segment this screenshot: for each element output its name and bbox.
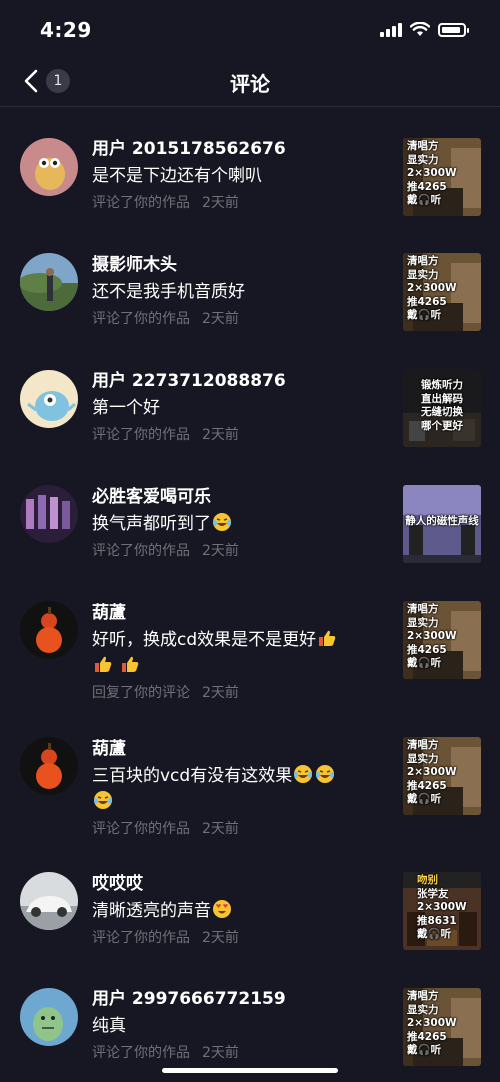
comment-text: 清晰透亮的声音 [92,898,390,924]
comment-meta: 评论了你的作品 2天前 [92,193,390,213]
comment-item[interactable]: 必胜客爱喝可乐 换气声都听到了 评论了你的作品 2天前 静人的磁性声线 [0,455,500,571]
comment-item[interactable]: 葫蘆 好听，换成cd效果是不是更好 回复了你的评论 2天前 清唱方 显实力 2×300… [0,571,500,707]
comment-meta: 评论了你的作品 2天前 [92,309,390,329]
laughing-emoji-icon [94,791,112,809]
avatar[interactable] [20,370,78,428]
laughing-emoji-icon [316,765,335,783]
video-thumbnail[interactable]: 清唱方 显实力 2×300W 推4265 戴🎧听 [403,253,481,331]
comment-text: 还不是我手机音质好 [92,282,245,302]
thumbnail-caption: 吻别 张学友 2×300W 推8631 戴🎧听 [417,874,467,940]
comment-meta: 评论了你的作品 2天前 [92,928,390,948]
comment-username[interactable]: 必胜客爱喝可乐 [92,485,390,509]
laughing-emoji-icon [294,765,313,783]
thumbs-up-emoji-icon [95,656,112,672]
comment-action: 评论了你的作品 [92,1045,190,1061]
comment-text: 三百块的vcd有没有这效果 [92,763,394,815]
video-thumbnail[interactable]: 清唱方 显实力 2×300W 推4265 戴🎧听 [403,737,481,815]
status-bar: 4:29 [0,0,500,56]
avatar[interactable] [20,737,78,795]
avatar[interactable] [20,138,78,196]
thumbnail-caption: 清唱方 显实力 2×300W 推4265 戴🎧听 [407,603,457,669]
thumbs-up-emoji-icon [319,630,336,646]
video-thumbnail[interactable]: 静人的磁性声线 [403,485,481,563]
comment-time: 2天前 [202,427,239,443]
comment-meta: 评论了你的作品 2天前 [92,819,394,839]
comment-username[interactable]: 摄影师木头 [92,253,390,277]
comment-meta: 评论了你的作品 2天前 [92,1043,390,1063]
comment-text: 纯真 [92,1016,126,1036]
home-indicator[interactable] [162,1068,338,1073]
video-thumbnail[interactable]: 清唱方 显实力 2×300W 推4265 戴🎧听 [403,138,481,216]
comment-username[interactable]: 用户 2997666772159 [92,987,390,1011]
comment-action: 评论了你的作品 [92,821,190,837]
nav-bar: 1 评论 [0,56,500,107]
comment-username[interactable]: 用户 2273712088876 [92,369,390,393]
avatar[interactable] [20,601,78,659]
thumbnail-caption: 清唱方 显实力 2×300W 推4265 戴🎧听 [407,990,457,1056]
comment-action: 回复了你的评论 [92,685,190,701]
comment-time: 2天前 [202,311,239,327]
avatar[interactable] [20,253,78,311]
comment-username[interactable]: 葫蘆 [92,737,394,761]
comment-item[interactable]: 哎哎哎 清晰透亮的声音 评论了你的作品 2天前 吻别 张学友 2×300W 推8631 戴… [0,842,500,957]
comment-text: 第一个好 [92,398,160,418]
comment-action: 评论了你的作品 [92,427,190,443]
video-thumbnail[interactable]: 锻炼听力 直出解码 无缝切换 哪个更好 [403,369,481,447]
cellular-signal-icon [380,22,402,37]
comment-action: 评论了你的作品 [92,195,190,211]
thumbs-up-emoji-icon [122,656,139,672]
avatar[interactable] [20,485,78,543]
comment-username[interactable]: 葫蘆 [92,601,394,625]
laughing-emoji-icon [213,513,231,531]
thumbnail-caption: 清唱方 显实力 2×300W 推4265 戴🎧听 [407,140,457,206]
comment-item[interactable]: 用户 2997666772159 纯真 评论了你的作品 2天前 清唱方 显实力 2×3… [0,957,500,1073]
comment-text: 是不是下边还有个喇叭 [92,166,262,186]
comment-time: 2天前 [202,685,239,701]
video-thumbnail[interactable]: 清唱方 显实力 2×300W 推4265 戴🎧听 [403,988,481,1066]
thumbnail-caption: 锻炼听力 直出解码 无缝切换 哪个更好 [421,379,463,432]
comment-time: 2天前 [202,543,239,559]
comment-username[interactable]: 用户 2015178562676 [92,137,390,161]
comment-text: 好听，换成cd效果是不是更好 [92,627,394,679]
status-icons [380,22,469,37]
avatar[interactable] [20,988,78,1046]
comment-item[interactable]: 葫蘆 三百块的vcd有没有这效果 评论了你的作品 2天前 清唱方 显实力 2×300W… [0,707,500,842]
comment-meta: 评论了你的作品 2天前 [92,425,390,445]
wifi-icon [410,22,430,36]
status-time: 4:29 [40,18,92,42]
video-thumbnail[interactable]: 吻别 张学友 2×300W 推8631 戴🎧听 [403,872,481,950]
comment-action: 评论了你的作品 [92,543,190,559]
comment-meta: 回复了你的评论 2天前 [92,683,394,703]
comment-item[interactable]: 用户 2015178562676 是不是下边还有个喇叭 评论了你的作品 2天前 清… [0,107,500,223]
page-title: 评论 [230,72,270,96]
comment-text: 换气声都听到了 [92,511,390,537]
comment-item[interactable]: 摄影师木头 还不是我手机音质好 评论了你的作品 2天前 清唱方 显实力 2×300W 推… [0,223,500,339]
battery-icon [438,22,469,37]
comment-time: 2天前 [202,930,239,946]
comment-time: 2天前 [202,821,239,837]
heart-eyes-emoji-icon [213,900,231,918]
comment-meta: 评论了你的作品 2天前 [92,541,390,561]
video-thumbnail[interactable]: 清唱方 显实力 2×300W 推4265 戴🎧听 [403,601,481,679]
comment-time: 2天前 [202,195,239,211]
avatar[interactable] [20,872,78,930]
comment-time: 2天前 [202,1045,239,1061]
comment-action: 评论了你的作品 [92,311,190,327]
thumbnail-caption: 清唱方 显实力 2×300W 推4265 戴🎧听 [407,255,457,321]
thumbnail-caption: 清唱方 显实力 2×300W 推4265 戴🎧听 [407,739,457,805]
comment-action: 评论了你的作品 [92,930,190,946]
comment-username[interactable]: 哎哎哎 [92,872,390,896]
comment-item[interactable]: 用户 2273712088876 第一个好 评论了你的作品 2天前 锻炼听力 直出解… [0,339,500,455]
thumbnail-caption: 静人的磁性声线 [405,515,479,527]
